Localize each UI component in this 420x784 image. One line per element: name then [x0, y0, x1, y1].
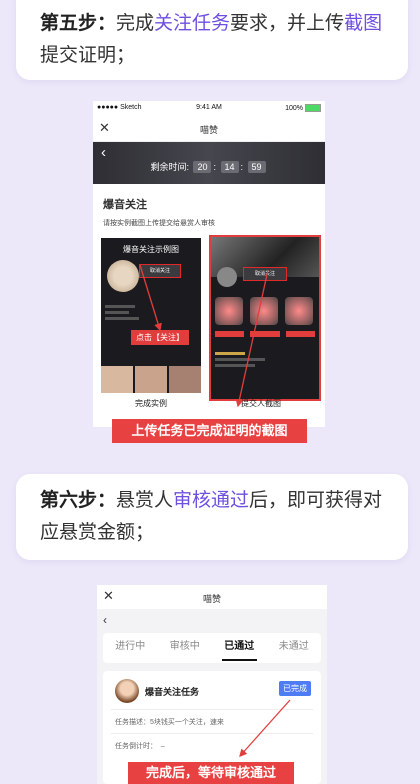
example-follow-button: 取消关注 [139, 264, 181, 278]
caption-submitted: 提交人截图 [241, 399, 281, 408]
avatar [115, 679, 139, 703]
countdown-row: 任务倒计时： – [115, 741, 165, 751]
step6-p1: 悬赏人 [116, 490, 174, 511]
timer-hours: 20 [193, 161, 212, 173]
task-description-row: 任务描述：5块钱买一个关注，速来 [115, 717, 224, 727]
nav-title: 喵赞 [202, 594, 221, 604]
timer-label: 剩余时间: [150, 162, 189, 172]
countdown-label: 任务倒计时： [115, 743, 157, 750]
step6-prefix: 第六步： [40, 490, 117, 511]
step5-prefix: 第五步： [40, 13, 117, 34]
blurred-thumb [250, 297, 278, 325]
tab-rejected[interactable]: 未通过 [267, 633, 322, 663]
upload-proof-banner: 上传任务已完成证明的截图 [112, 419, 307, 443]
step5-card: 第五步：完成关注任务要求，并上传截图提交证明； [16, 0, 408, 80]
status-tabs: 进行中 审核中 已通过 未通过 [103, 633, 321, 663]
nav-bar: ✕ 喵赞 [97, 585, 327, 609]
task-name: 爆音关注任务 [145, 687, 200, 697]
step6-text: 第六步：悬赏人审核通过后，即可获得对应悬赏金额； [16, 474, 408, 549]
battery: 100% [285, 104, 321, 112]
tab-reviewing[interactable]: 审核中 [158, 633, 213, 663]
task-screenshot: ●●●●● Sketch 9:41 AM 100% ✕ 喵赞 ‹ 剩余时间: 2… [93, 101, 325, 427]
click-follow-hint: 点击【关注】 [131, 330, 189, 345]
blurred-thumb [285, 297, 313, 325]
task-description: 请按实例截图上传提交给悬赏人审核 [103, 220, 215, 227]
example-image: 爆音关注示例图 取消关注 点击【关注】 [101, 238, 201, 393]
timer-banner: ‹ 剩余时间: 20: 14: 59 [93, 142, 325, 184]
battery-icon [305, 104, 321, 112]
step6-card: 第六步：悬赏人审核通过后，即可获得对应悬赏金额； [16, 474, 408, 560]
task-title: 爆音关注 [103, 199, 147, 211]
step5-p3: 提交证明； [40, 45, 136, 66]
status-badge: 已完成 [279, 681, 311, 696]
nav-title: 喵赞 [199, 125, 218, 135]
caption-example: 完成实例 [135, 399, 167, 408]
await-review-banner: 完成后，等待审核通过 [128, 762, 294, 784]
tab-approved[interactable]: 已通过 [212, 633, 267, 663]
user-avatar [217, 267, 237, 287]
step5-p2: 要求，并上传 [230, 13, 345, 34]
countdown: 剩余时间: 20: 14: 59 [93, 160, 325, 173]
desc-label: 任务描述： [115, 719, 150, 726]
review-screenshot: ✕ 喵赞 ‹ 进行中 审核中 已通过 未通过 爆音关注任务 已完成 任务描述：5… [97, 585, 327, 784]
example-title: 爆音关注示例图 [123, 245, 179, 254]
cat-avatar [107, 260, 139, 292]
step6-highlight: 审核通过 [173, 490, 250, 511]
nav-bar: ✕ 喵赞 [93, 115, 325, 142]
thumbnail-row [101, 366, 201, 393]
back-icon[interactable]: ‹ [103, 613, 107, 627]
submitted-follow-button: 取消关注 [243, 267, 287, 281]
tab-in-progress[interactable]: 进行中 [103, 633, 158, 663]
back-icon[interactable]: ‹ [101, 144, 106, 161]
red-chips [215, 331, 315, 337]
profile-lines [105, 302, 143, 326]
submitted-screenshot: 取消关注 [209, 235, 321, 401]
timer-minutes: 14 [220, 161, 239, 173]
post-lines [215, 349, 275, 370]
step5-highlight2: 截图 [344, 13, 383, 34]
step5-highlight: 关注任务 [154, 13, 231, 34]
countdown-value: – [160, 743, 165, 750]
status-bar: ●●●●● Sketch 9:41 AM 100% [93, 101, 325, 115]
step5-p1: 完成 [116, 13, 155, 34]
divider [111, 709, 313, 710]
divider [111, 733, 313, 734]
blurred-thumb [215, 297, 243, 325]
timer-seconds: 59 [247, 161, 266, 173]
desc-value: 5块钱买一个关注，速来 [150, 719, 224, 726]
step5-text: 第五步：完成关注任务要求，并上传截图提交证明； [16, 0, 408, 72]
